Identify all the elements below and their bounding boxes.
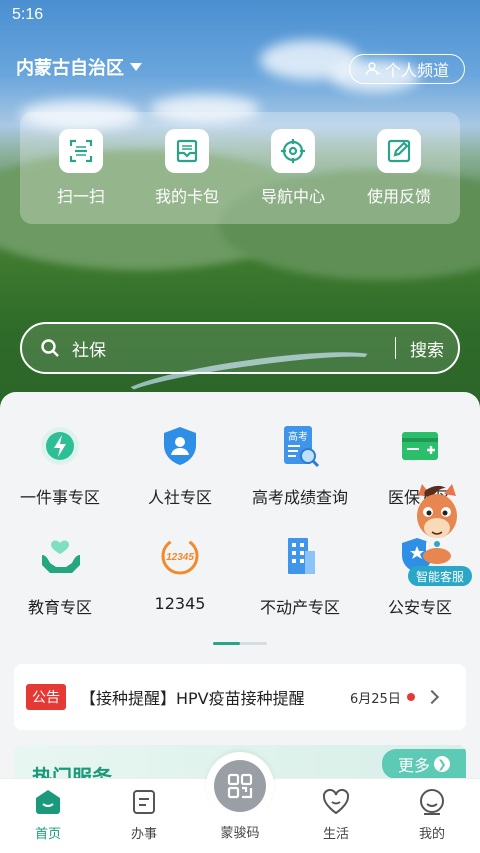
tab-mine[interactable]: 我的 [384, 779, 480, 853]
navigation-icon [281, 139, 305, 163]
quick-action-label: 扫一扫 [56, 187, 105, 206]
document-icon [133, 790, 155, 814]
arrow-right-icon: ❯ [434, 756, 450, 772]
service-gaokao-query[interactable]: 高考 高考成绩查询 [240, 422, 360, 532]
quick-action-label: 我的卡包 [154, 187, 219, 206]
real-estate-icon [288, 538, 315, 574]
unread-dot [406, 693, 415, 701]
tab-label: 办事 [130, 827, 157, 842]
search-input[interactable]: 社保 [72, 336, 395, 361]
service-label: 教育专区 [27, 598, 92, 617]
feedback-icon [387, 139, 411, 163]
tab-affairs[interactable]: 办事 [96, 779, 192, 853]
education-icon [42, 540, 80, 573]
personal-channel-label: 个人频道 [384, 61, 449, 80]
region-label: 内蒙古自治区 [16, 58, 124, 79]
gaokao-icon-text: 高考 [288, 430, 308, 443]
tab-label: 首页 [34, 827, 61, 842]
more-button[interactable]: 更多 ❯ [382, 749, 466, 779]
service-education[interactable]: 教育专区 [0, 532, 120, 642]
tab-home[interactable]: 首页 [0, 779, 96, 853]
human-resources-icon [164, 427, 196, 465]
gaokao-query-icon: 高考 [284, 426, 320, 468]
service-hotline-12345[interactable]: 12345 12345 [120, 532, 240, 642]
status-time: 5:16 [12, 6, 44, 23]
mengjun-code-button[interactable] [206, 752, 274, 820]
tab-label: 生活 [322, 827, 349, 842]
services-card: 一件事专区 人社专区 高考 高考成绩查询 医保专区 教育专区 12345 123… [0, 392, 480, 792]
more-label: 更多 [397, 756, 430, 775]
personal-channel-button[interactable]: 个人频道 [349, 54, 465, 84]
one-thing-icon [41, 427, 79, 465]
service-label: 人社专区 [147, 488, 212, 507]
quick-action-navigation[interactable]: 导航中心 [243, 129, 343, 207]
search-icon [41, 339, 59, 357]
quick-action-label: 导航中心 [260, 187, 325, 206]
assistant-label: 智能客服 [408, 566, 472, 586]
heart-icon [322, 788, 350, 815]
service-label: 公安专区 [387, 598, 452, 617]
scan-icon [69, 139, 93, 163]
notice-text: 【接种提醒】HPV疫苗接种提醒 [80, 689, 305, 708]
horse-mascot-icon [417, 484, 457, 564]
quick-action-feedback[interactable]: 使用反馈 [349, 129, 449, 207]
home-icon [36, 790, 60, 814]
hotline-12345-icon: 12345 [161, 537, 199, 575]
quick-actions-panel: 扫一扫 我的卡包 导航中心 使用反馈 [20, 112, 460, 224]
person-icon [365, 62, 380, 76]
card-wallet-icon [176, 139, 198, 163]
search-button[interactable]: 搜索 [410, 336, 444, 361]
search-bar[interactable]: 社保 搜索 [20, 322, 460, 374]
chevron-right-icon [424, 689, 439, 705]
quick-action-card-wallet[interactable]: 我的卡包 [137, 129, 237, 207]
notice-date: 6月25日 [350, 691, 401, 707]
service-human-resources[interactable]: 人社专区 [120, 422, 240, 532]
service-label: 一件事专区 [19, 488, 100, 507]
service-label: 不动产专区 [259, 598, 340, 617]
region-selector[interactable]: 内蒙古自治区 [16, 54, 142, 80]
medical-insurance-icon [402, 432, 438, 460]
mengjun-code-label: 蒙骏码 [220, 826, 260, 841]
notice-tag: 公告 [26, 684, 66, 710]
status-bar: 5:16 [0, 0, 480, 34]
search-divider [394, 337, 396, 359]
quick-action-scan[interactable]: 扫一扫 [31, 129, 131, 207]
qr-code-icon [227, 773, 253, 799]
smiley-user-icon [420, 789, 444, 815]
hotline-icon-text: 12345 [166, 552, 194, 563]
tab-life[interactable]: 生活 [288, 779, 384, 853]
notice-bar[interactable]: 公告 【接种提醒】HPV疫苗接种提醒 6月25日 [14, 664, 466, 730]
service-label: 高考成绩查询 [251, 488, 348, 507]
smart-assistant-button[interactable]: 智能客服 [404, 482, 472, 586]
service-one-thing[interactable]: 一件事专区 [0, 422, 120, 532]
tab-label: 我的 [418, 827, 445, 842]
service-label: 12345 [154, 594, 206, 613]
caret-down-icon [130, 63, 142, 71]
page-indicator [213, 642, 267, 645]
service-real-estate[interactable]: 不动产专区 [240, 532, 360, 642]
quick-action-label: 使用反馈 [366, 187, 431, 206]
